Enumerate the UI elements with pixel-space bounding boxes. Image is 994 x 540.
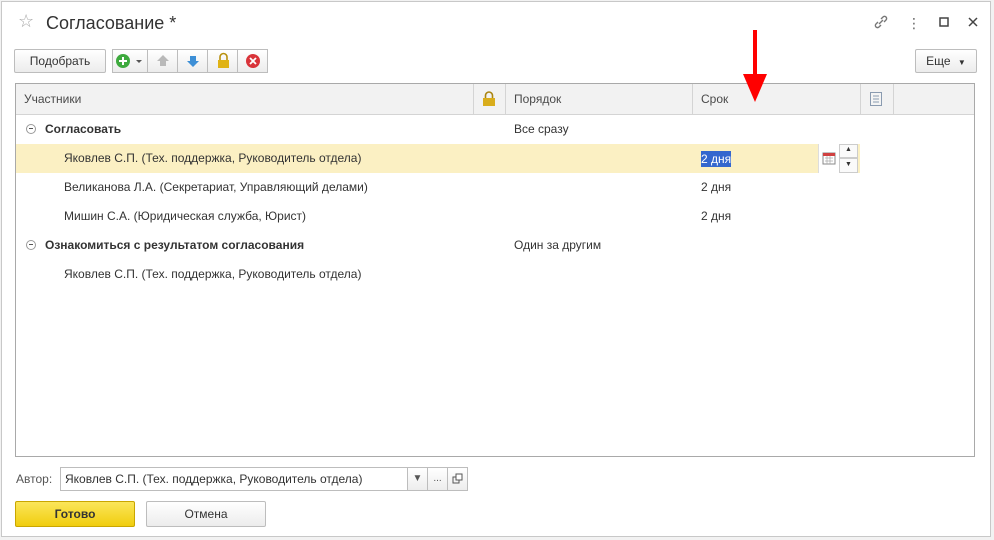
document-icon: [870, 92, 882, 106]
author-label: Автор:: [16, 472, 53, 486]
group-label: Ознакомиться с результатом согласования: [45, 238, 305, 252]
author-dropdown-button[interactable]: ▼: [407, 467, 428, 491]
column-header-term[interactable]: Срок: [693, 84, 861, 114]
table-row[interactable]: Яковлев С.П. (Тех. поддержка, Руководите…: [16, 260, 974, 289]
participant-name: Яковлев С.П. (Тех. поддержка, Руководите…: [64, 267, 362, 281]
dialog-window: ☆ Согласование * ⋮ Подобрать Еще ▼ Участ…: [1, 1, 991, 537]
move-down-button[interactable]: [177, 49, 208, 73]
close-icon[interactable]: [964, 14, 982, 32]
lock-button[interactable]: [207, 49, 238, 73]
column-header-participants[interactable]: Участники: [16, 84, 474, 114]
term-value: 2 дня: [701, 209, 732, 223]
add-button[interactable]: [112, 49, 148, 73]
calendar-icon[interactable]: [818, 144, 839, 173]
participants-table: Участники Порядок Срок Согласовать Все с…: [15, 83, 975, 457]
table-row[interactable]: Яковлев С.П. (Тех. поддержка, Руководите…: [16, 144, 860, 173]
title-bar: ☆ Согласование * ⋮: [2, 2, 990, 44]
spin-up-button[interactable]: ▲: [839, 144, 858, 158]
group-label: Согласовать: [45, 122, 122, 136]
author-field[interactable]: Яковлев С.П. (Тех. поддержка, Руководите…: [60, 467, 408, 491]
collapse-icon[interactable]: [26, 240, 36, 250]
term-value[interactable]: 2 дня: [701, 151, 732, 167]
delete-button[interactable]: [237, 49, 268, 73]
table-row[interactable]: Мишин С.А. (Юридическая служба, Юрист) 2…: [16, 202, 974, 231]
more-button-label: Еще: [926, 54, 951, 68]
window-title: Согласование *: [46, 13, 177, 33]
toolbar: Подобрать Еще ▼: [14, 49, 977, 73]
column-header-comment[interactable]: [861, 84, 894, 114]
lock-icon: [483, 91, 495, 106]
participant-name: Мишин С.А. (Юридическая служба, Юрист): [64, 209, 307, 223]
open-icon: [452, 473, 462, 484]
menu-dots-icon[interactable]: ⋮: [905, 14, 923, 32]
order-value: Один за другим: [514, 238, 602, 252]
toolbar-button-group: [112, 49, 282, 73]
table-header: Участники Порядок Срок: [16, 84, 974, 115]
pick-button[interactable]: Подобрать: [14, 49, 106, 73]
spin-down-button[interactable]: ▼: [839, 158, 858, 173]
done-button[interactable]: Готово: [15, 501, 135, 527]
group-row-acquaint[interactable]: Ознакомиться с результатом согласования …: [16, 231, 974, 260]
move-up-button[interactable]: [147, 49, 178, 73]
order-value: Все сразу: [514, 122, 569, 136]
author-select-button[interactable]: ...: [427, 467, 448, 491]
participant-name: Яковлев С.П. (Тех. поддержка, Руководите…: [64, 151, 362, 165]
red-arrow-annotation: [743, 30, 767, 102]
term-edit-field[interactable]: 2 дня ▲ ▼: [698, 144, 858, 173]
link-icon[interactable]: [872, 14, 890, 32]
group-row-approve[interactable]: Согласовать Все сразу: [16, 115, 974, 144]
more-button[interactable]: Еще ▼: [915, 49, 977, 73]
cancel-button[interactable]: Отмена: [146, 501, 266, 527]
table-row[interactable]: Великанова Л.А. (Секретариат, Управляющи…: [16, 173, 974, 202]
star-icon[interactable]: ☆: [18, 12, 36, 30]
term-value: 2 дня: [701, 180, 732, 194]
maximize-icon[interactable]: [935, 14, 953, 32]
author-open-button[interactable]: [447, 467, 468, 491]
column-header-lock[interactable]: [474, 84, 506, 114]
column-header-order[interactable]: Порядок: [506, 84, 693, 114]
collapse-icon[interactable]: [26, 124, 36, 134]
participant-name: Великанова Л.А. (Секретариат, Управляющи…: [64, 180, 368, 194]
chevron-down-icon: ▼: [957, 58, 966, 67]
